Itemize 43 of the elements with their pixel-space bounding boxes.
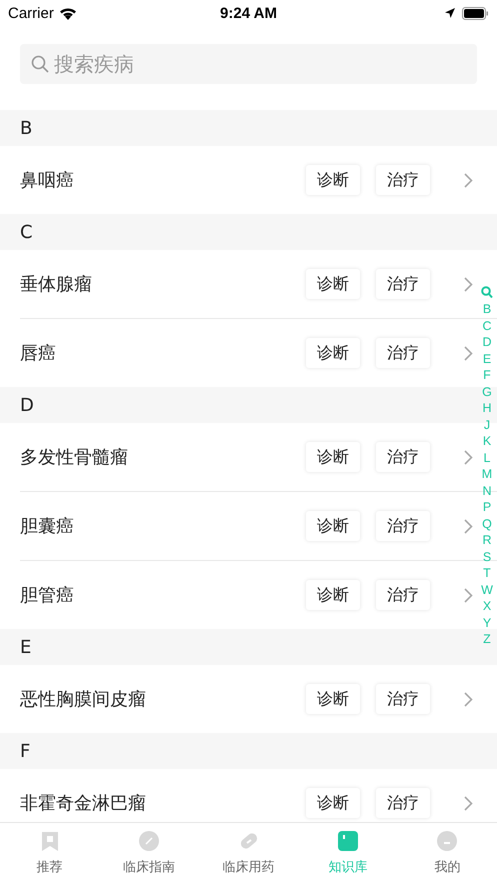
- chevron-icon: [464, 346, 473, 360]
- chevron-icon: [464, 450, 473, 464]
- disease-name[interactable]: 鼻咽癌: [20, 168, 290, 192]
- disease-name[interactable]: 恶性胸膜间皮瘤: [20, 687, 290, 711]
- action-button[interactable]: 诊断: [306, 442, 360, 472]
- action-button[interactable]: 诊断: [306, 684, 360, 714]
- disease-name[interactable]: 垂体腺瘤: [20, 272, 290, 296]
- chevron-icon: [464, 588, 473, 602]
- chevron-icon: [464, 172, 473, 188]
- action-button[interactable]: 诊断: [306, 580, 360, 610]
- action-button[interactable]: 诊断: [306, 269, 360, 299]
- search-icon[interactable]: [481, 286, 493, 299]
- disease-name[interactable]: 唇癌: [20, 341, 290, 365]
- search-field[interactable]: 搜索疾病: [20, 44, 477, 84]
- section-header: C: [0, 214, 497, 250]
- action-button[interactable]: 治疗: [376, 580, 430, 610]
- status-time: 9:24 AM: [220, 4, 277, 22]
- chevron-icon: [464, 518, 473, 534]
- action-button[interactable]: 治疗: [376, 788, 430, 818]
- location-arrow-icon: [444, 7, 456, 19]
- battery-icon: [462, 6, 489, 20]
- disease-name[interactable]: 多发性骨髓瘤: [20, 445, 290, 469]
- action-button[interactable]: 治疗: [376, 338, 430, 368]
- disease-name[interactable]: 非霍奇金淋巴瘤: [20, 791, 290, 815]
- chevron-icon: [464, 276, 473, 292]
- action-button[interactable]: 诊断: [306, 338, 360, 368]
- action-button[interactable]: 诊断: [306, 511, 360, 541]
- action-button[interactable]: 治疗: [376, 442, 430, 472]
- section-header: B: [0, 110, 497, 146]
- action-button[interactable]: 诊断: [306, 165, 360, 195]
- disease-name[interactable]: 胆囊癌: [20, 514, 290, 538]
- action-button[interactable]: 治疗: [376, 684, 430, 714]
- search-icon: [30, 54, 50, 74]
- action-button[interactable]: 治疗: [376, 165, 430, 195]
- chevron-icon: [464, 796, 473, 810]
- wifi-icon: [58, 6, 77, 20]
- action-button[interactable]: 治疗: [376, 511, 430, 541]
- disease-name[interactable]: 胆管癌: [20, 583, 290, 607]
- carrier-label: Carrier: [8, 4, 54, 22]
- action-button[interactable]: 诊断: [306, 788, 360, 818]
- action-button[interactable]: 治疗: [376, 269, 430, 299]
- chevron-icon: [464, 692, 473, 706]
- section-header: F: [0, 733, 497, 769]
